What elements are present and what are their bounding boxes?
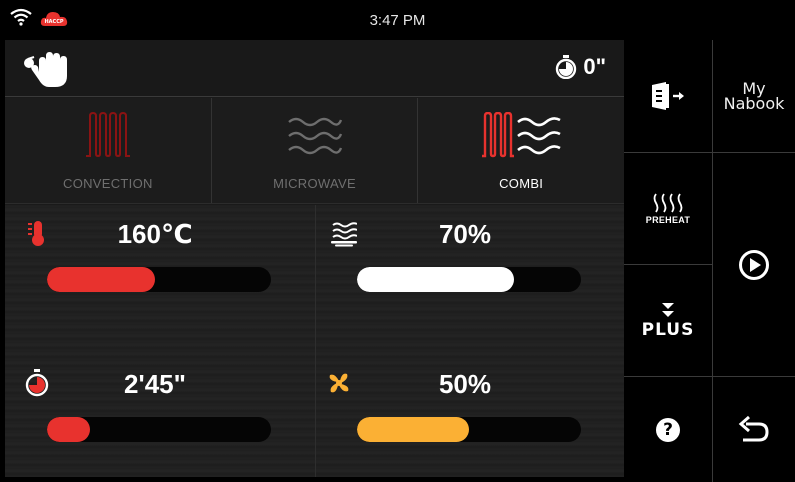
right-control-panel: My Nabook PREHEAT PLUS ?: [624, 40, 795, 482]
mynabook-button[interactable]: My Nabook: [713, 40, 795, 152]
mode-combi[interactable]: COMBI: [418, 98, 624, 203]
manual-hand-icon[interactable]: [19, 50, 75, 88]
timer-display[interactable]: 0": [555, 54, 606, 80]
status-bar: HACCP 3:47 PM: [0, 0, 795, 40]
plus-button[interactable]: PLUS: [624, 265, 712, 376]
combi-icon: [482, 112, 561, 158]
help-icon: ?: [656, 417, 680, 442]
mode-convection[interactable]: CONVECTION: [5, 98, 212, 203]
time-slider-fill: [47, 417, 90, 442]
mode-microwave[interactable]: MICROWAVE: [212, 98, 419, 203]
fan-speed-slider[interactable]: [357, 417, 581, 442]
microwave-power-slider[interactable]: [357, 267, 581, 292]
preheat-button[interactable]: PREHEAT: [624, 153, 712, 264]
top-bar: 0": [5, 40, 624, 97]
temperature-slider-fill: [47, 267, 155, 292]
temperature-value: 160℃: [117, 219, 193, 249]
time-control[interactable]: 2'45": [5, 355, 305, 465]
microwave-power-slider-fill: [357, 267, 514, 292]
time-value: 2'45": [124, 369, 186, 399]
microwave-power-value: 70%: [438, 219, 492, 249]
mode-convection-label: CONVECTION: [63, 176, 153, 191]
main-panel: 0" CONVECTION MICROWAVE COMBI 160℃ 70% 2…: [5, 40, 624, 477]
mode-microwave-label: MICROWAVE: [273, 176, 356, 191]
mode-combi-label: COMBI: [499, 176, 544, 191]
start-button[interactable]: [713, 153, 795, 376]
double-chevron-down-icon: [662, 302, 674, 317]
temperature-slider[interactable]: [47, 267, 271, 292]
parameters-panel: 160℃ 70% 2'45" 50%: [5, 205, 624, 477]
timer-value: 0": [583, 54, 606, 79]
microwave-waves-icon: [287, 117, 342, 155]
preheat-label: PREHEAT: [645, 214, 691, 225]
help-button[interactable]: ?: [624, 377, 712, 482]
microwave-power-control[interactable]: 70%: [315, 205, 615, 315]
plus-label: PLUS: [641, 319, 695, 340]
mynabook-line2: Nabook: [723, 94, 785, 113]
mynabook-logo: My Nabook: [723, 81, 785, 113]
stopwatch-icon: [556, 55, 577, 79]
temperature-control[interactable]: 160℃: [5, 205, 305, 315]
exit-button[interactable]: [624, 40, 712, 152]
door-exit-icon: [652, 82, 684, 110]
back-button[interactable]: [713, 377, 795, 482]
fan-speed-value: 50%: [438, 369, 492, 399]
fan-speed-control[interactable]: 50%: [315, 355, 615, 465]
fan-speed-slider-fill: [357, 417, 469, 442]
status-time: 3:47 PM: [369, 12, 426, 29]
cooking-mode-selector: CONVECTION MICROWAVE COMBI: [5, 98, 624, 204]
play-circle-icon: [739, 249, 769, 280]
convection-icon: [85, 112, 130, 158]
preheat-heat-icon: [653, 192, 683, 213]
back-arrow-icon: [738, 415, 769, 441]
time-slider[interactable]: [47, 417, 271, 442]
